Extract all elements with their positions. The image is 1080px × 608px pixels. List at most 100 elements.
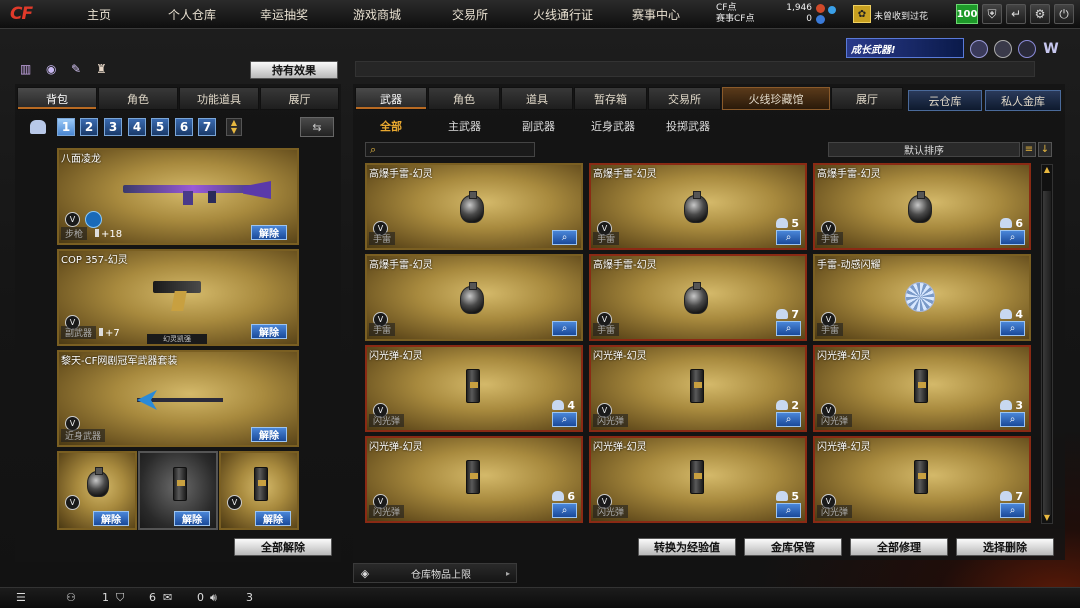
select-delete-button[interactable]: 选择删除 xyxy=(956,538,1054,556)
item-card[interactable]: 高爆手雷-幻灵 V 手雷 5 ⌕ xyxy=(589,163,807,250)
club-badge-icon[interactable] xyxy=(1018,40,1036,58)
item-card[interactable]: 闪光弹-幻灵 V 闪光弹 7 ⌕ xyxy=(813,436,1031,523)
item-card[interactable]: 闪光弹-幻灵 V 闪光弹 5 ⌕ xyxy=(589,436,807,523)
right-tab-items[interactable]: 道具 xyxy=(501,87,573,110)
bag-icon[interactable]: ♜ xyxy=(96,62,114,78)
growth-weapon-banner[interactable]: 成长武器! xyxy=(846,38,964,58)
page-up-down-icon[interactable]: ▲ ▼ xyxy=(226,118,242,136)
item-card[interactable]: 手雷-动感闪耀 V 手雷 4 ⌕ xyxy=(813,254,1031,341)
list-view-icon[interactable]: ≡ xyxy=(1022,142,1036,157)
right-tab-storage-box[interactable]: 暂存箱 xyxy=(574,87,647,110)
item-card[interactable]: 闪光弹-幻灵 V 闪光弹 3 ⌕ xyxy=(813,345,1031,432)
capacity-bar[interactable]: ◈ 仓库物品上限 ▸ xyxy=(353,563,517,583)
subtab-primary[interactable]: 主武器 xyxy=(448,118,481,134)
backpack-slot-smoke[interactable]: V 解除 xyxy=(219,451,299,530)
backpack-slot-flash[interactable]: 解除 xyxy=(138,451,218,530)
flower-icon[interactable]: ✿ xyxy=(853,5,871,23)
cloud-warehouse-tab[interactable]: 云仓库 xyxy=(908,90,982,111)
backpack-slot-grenade[interactable]: V 解除 xyxy=(57,451,137,530)
friends-icon[interactable]: ⚇ xyxy=(66,591,76,604)
vault-store-button[interactable]: 金库保管 xyxy=(744,538,842,556)
nav-tab-events[interactable]: 赛事中心 xyxy=(612,2,700,27)
search-input[interactable] xyxy=(384,143,532,156)
swap-backpack-icon[interactable]: ⇆ xyxy=(300,117,334,137)
left-tab-character[interactable]: 角色 xyxy=(98,87,178,110)
shield-small-icon[interactable]: ⛉ xyxy=(116,591,124,605)
remove-button[interactable]: 解除 xyxy=(255,511,291,526)
subtab-melee[interactable]: 近身武器 xyxy=(591,118,635,134)
inspect-icon[interactable]: ⌕ xyxy=(776,321,801,336)
inspect-icon[interactable]: ⌕ xyxy=(776,412,801,427)
left-tab-backpack[interactable]: 背包 xyxy=(17,87,97,110)
page-button-1[interactable]: 1 xyxy=(57,118,75,136)
backpack-slot-secondary[interactable]: COP 357-幻灵 V 副武器 +7 幻灵凯强 解除 xyxy=(57,249,299,346)
inspect-icon[interactable]: ⌕ xyxy=(552,230,577,245)
eye-icon[interactable]: ◉ xyxy=(46,62,64,78)
menu-icon[interactable]: ☰ xyxy=(16,591,26,604)
convert-exp-button[interactable]: 转换为经验值 xyxy=(638,538,736,556)
chat-icon[interactable]: ✉ xyxy=(163,591,172,604)
item-card[interactable]: 闪光弹-幻灵 V 闪光弹 2 ⌕ xyxy=(589,345,807,432)
nav-tab-lucky-draw[interactable]: 幸运抽奖 xyxy=(240,2,328,27)
right-tab-weapons[interactable]: 武器 xyxy=(355,87,427,110)
owned-effect-button[interactable]: 持有效果 xyxy=(250,61,338,79)
remove-button[interactable]: 解除 xyxy=(251,324,287,339)
remove-button[interactable]: 解除 xyxy=(251,225,287,240)
nav-tab-exchange[interactable]: 交易所 xyxy=(426,2,514,27)
page-button-7[interactable]: 7 xyxy=(198,118,216,136)
power-icon[interactable]: ⏻ xyxy=(1054,4,1074,24)
sort-direction-icon[interactable]: ↓ xyxy=(1038,142,1052,157)
page-button-6[interactable]: 6 xyxy=(175,118,193,136)
item-card[interactable]: 高爆手雷-幻灵 V 手雷 ⌕ xyxy=(365,254,583,341)
subtab-throwable[interactable]: 投掷武器 xyxy=(666,118,710,134)
nav-tab-home[interactable]: 主页 xyxy=(68,2,130,27)
item-card[interactable]: 高爆手雷-幻灵 V 手雷 ⌕ xyxy=(365,163,583,250)
remove-button[interactable]: 解除 xyxy=(174,511,210,526)
scroll-thumb[interactable] xyxy=(1043,191,1051,515)
level-badge[interactable]: 100 xyxy=(956,4,978,24)
nav-tab-mall[interactable]: 游戏商城 xyxy=(333,2,421,27)
left-tab-function-items[interactable]: 功能道具 xyxy=(179,87,259,110)
subtab-secondary[interactable]: 副武器 xyxy=(522,118,555,134)
inspect-icon[interactable]: ⌕ xyxy=(1000,321,1025,336)
right-tab-showroom[interactable]: 展厅 xyxy=(831,87,903,110)
item-card[interactable]: 高爆手雷-幻灵 V 手雷 6 ⌕ xyxy=(813,163,1031,250)
repair-all-button[interactable]: 全部修理 xyxy=(850,538,948,556)
inspect-icon[interactable]: ⌕ xyxy=(552,321,577,336)
cf-logo[interactable]: CF xyxy=(10,4,33,24)
exit-room-icon[interactable]: ↵ xyxy=(1006,4,1026,24)
private-vault-tab[interactable]: 私人金库 xyxy=(985,90,1061,111)
gear-icon[interactable]: ⚙ xyxy=(1030,4,1050,24)
page-button-4[interactable]: 4 xyxy=(128,118,146,136)
inspect-icon[interactable]: ⌕ xyxy=(1000,503,1025,518)
item-scrollbar[interactable]: ▲ ▼ xyxy=(1041,164,1053,524)
left-tab-showroom[interactable]: 展厅 xyxy=(260,87,339,110)
inspect-icon[interactable]: ⌕ xyxy=(1000,230,1025,245)
scroll-down-icon[interactable]: ▼ xyxy=(1042,513,1052,523)
inspect-icon[interactable]: ⌕ xyxy=(776,503,801,518)
remove-all-button[interactable]: 全部解除 xyxy=(234,538,332,556)
inspect-icon[interactable]: ⌕ xyxy=(1000,412,1025,427)
page-button-5[interactable]: 5 xyxy=(151,118,169,136)
subtab-all[interactable]: 全部 xyxy=(380,118,402,134)
vip-wings-icon[interactable]: W xyxy=(1042,40,1060,58)
inspect-icon[interactable]: ⌕ xyxy=(552,503,577,518)
stats-icon[interactable]: ▥ xyxy=(20,62,38,78)
sort-dropdown[interactable]: 默认排序 xyxy=(828,142,1020,157)
remove-button[interactable]: 解除 xyxy=(251,427,287,442)
search-box[interactable]: ⌕ xyxy=(365,142,535,157)
item-card[interactable]: 闪光弹-幻灵 V 闪光弹 6 ⌕ xyxy=(365,436,583,523)
nav-tab-pass[interactable]: 火线通行证 xyxy=(519,2,607,27)
inspect-icon[interactable]: ⌕ xyxy=(776,230,801,245)
add-cf-icon[interactable] xyxy=(828,6,836,14)
right-tab-character[interactable]: 角色 xyxy=(428,87,500,110)
rank-badge-icon[interactable] xyxy=(970,40,988,58)
volume-icon[interactable]: 🔊︎ xyxy=(210,591,217,605)
item-card[interactable]: 闪光弹-幻灵 V 闪光弹 4 ⌕ xyxy=(365,345,583,432)
wand-icon[interactable]: ✎ xyxy=(71,62,89,78)
item-card[interactable]: 高爆手雷-幻灵 V 手雷 7 ⌕ xyxy=(589,254,807,341)
remove-button[interactable]: 解除 xyxy=(93,511,129,526)
right-tab-collection[interactable]: 火线珍藏馆 xyxy=(722,87,830,110)
shield-icon[interactable]: ⛨ xyxy=(982,4,1002,24)
emblem-icon[interactable] xyxy=(994,40,1012,58)
